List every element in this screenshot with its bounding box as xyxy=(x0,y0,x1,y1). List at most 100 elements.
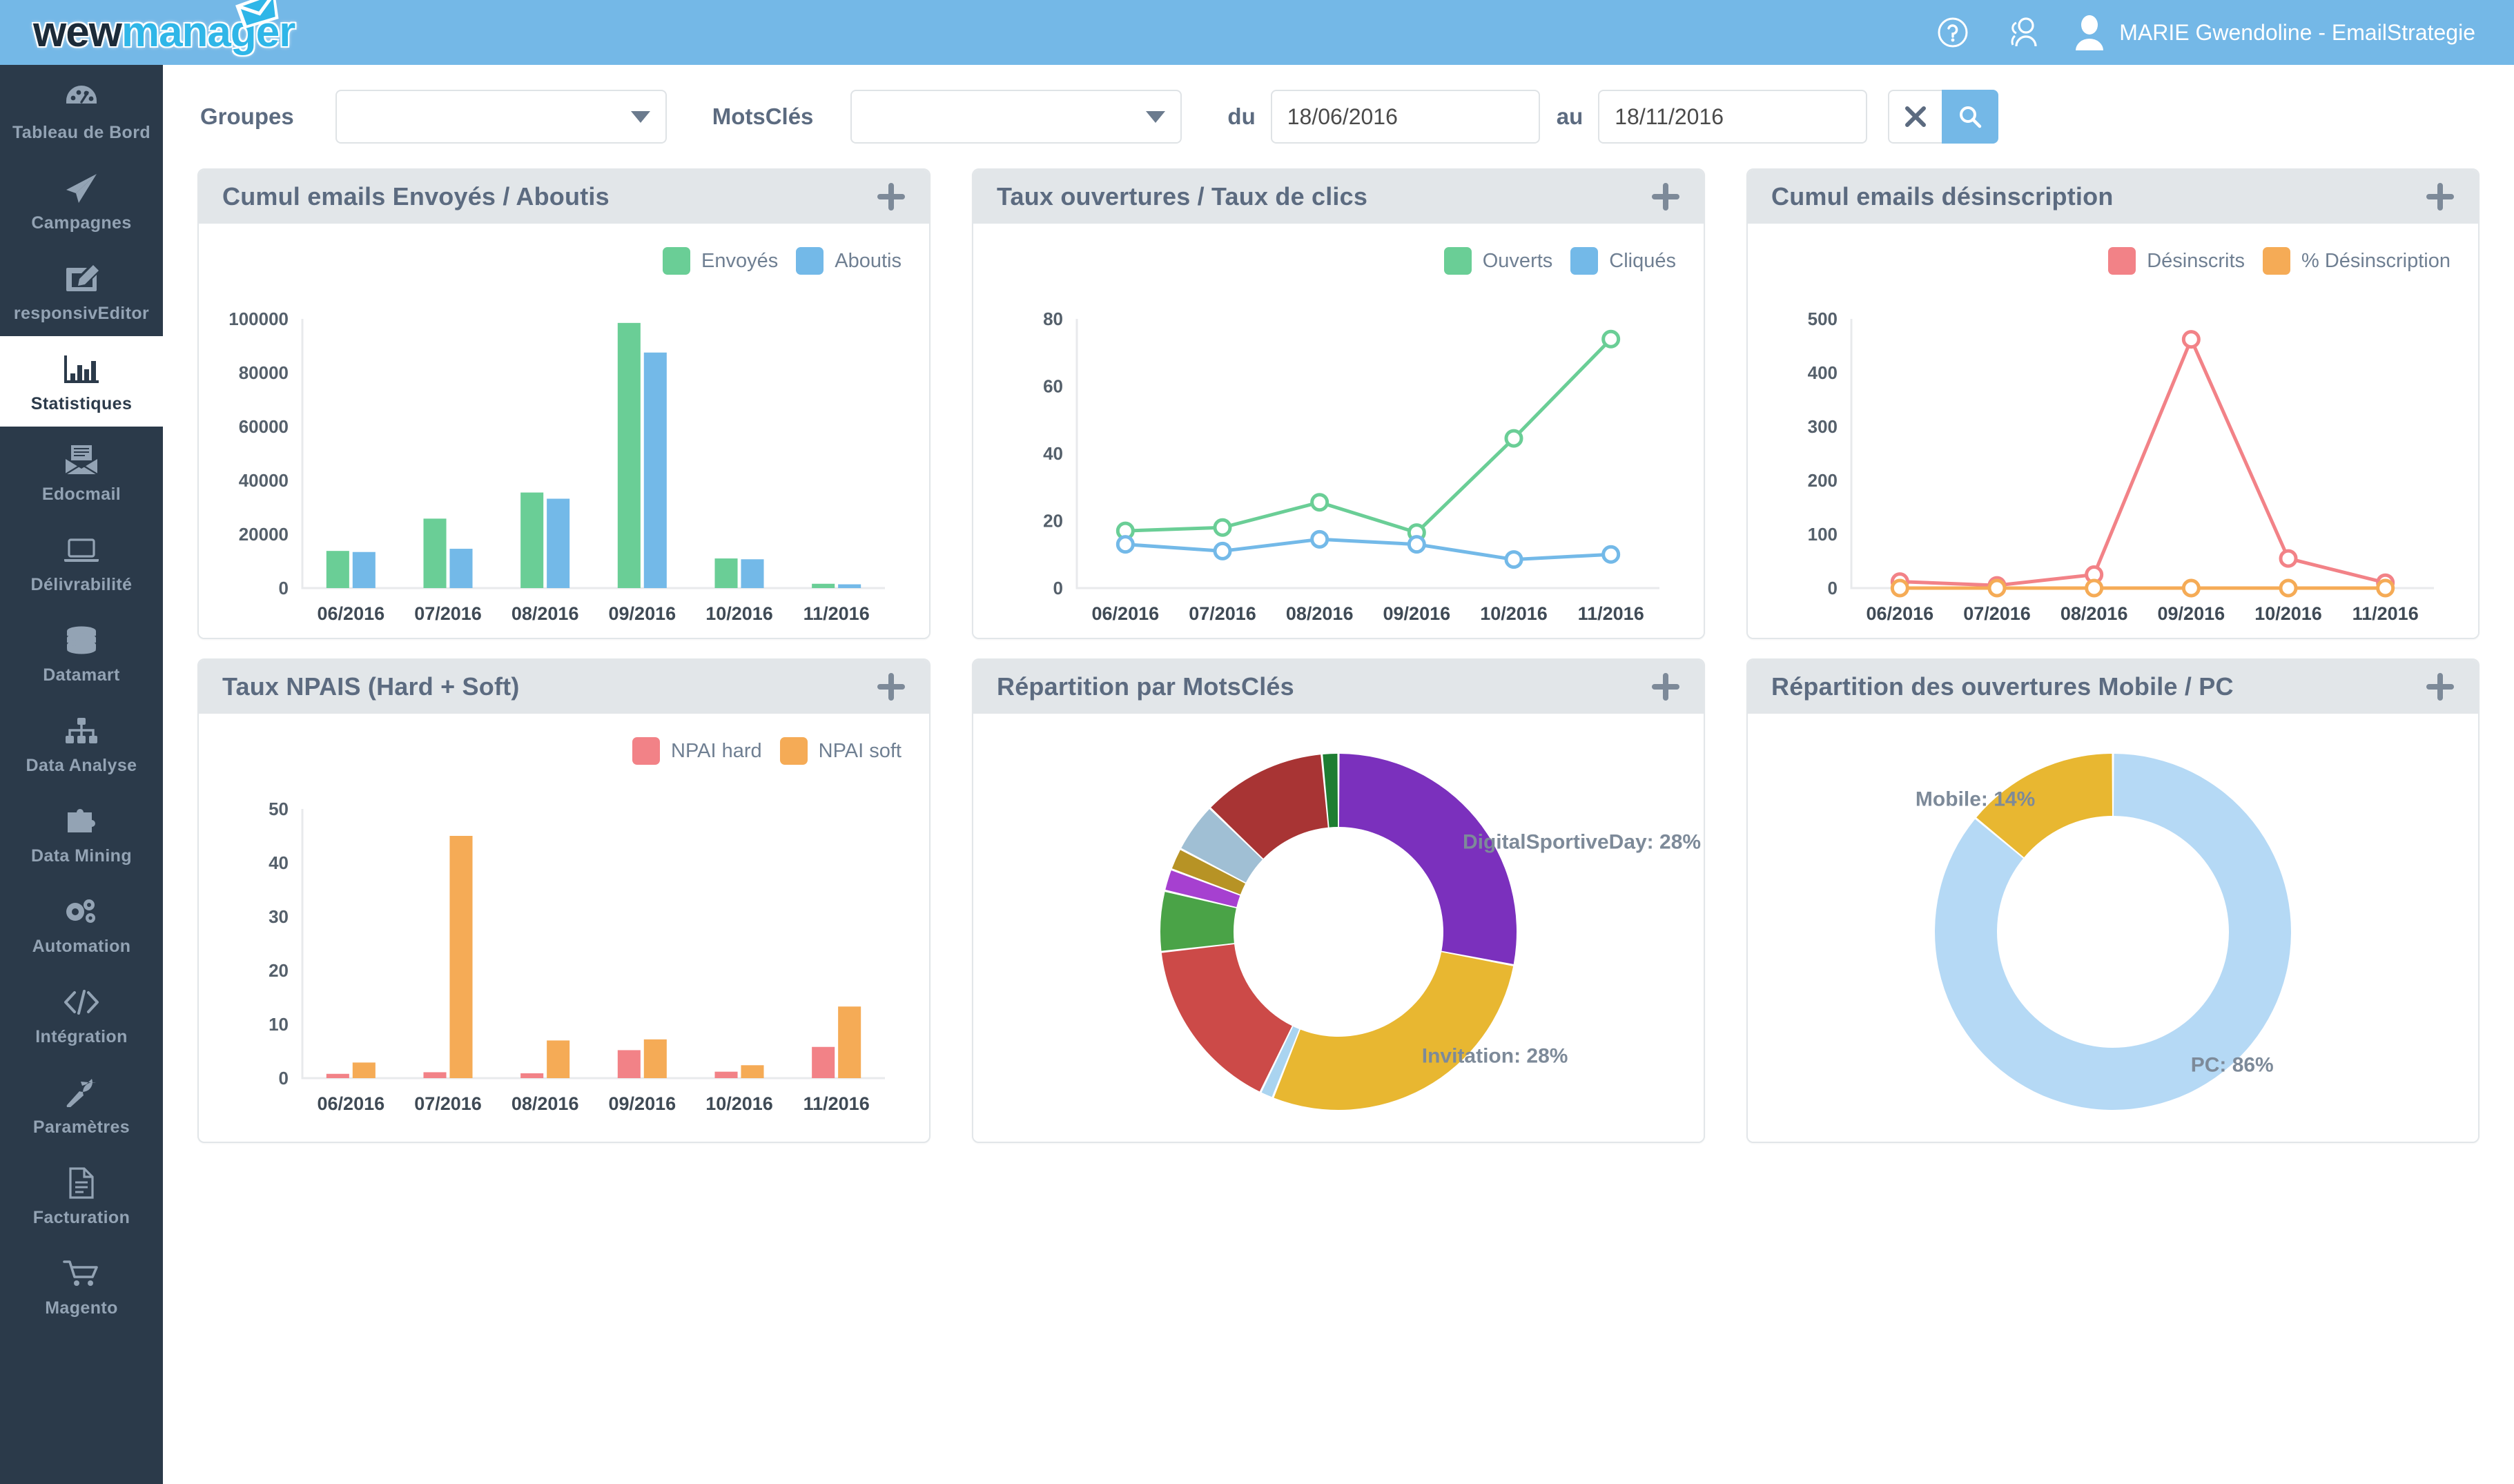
chart-bar[interactable] xyxy=(449,836,473,1078)
x-axis-tick-label: 08/2016 xyxy=(511,1093,579,1114)
chart-svg: 0 20 40 60 80 06/2016 07/2016 08/2016 09/2016 10/… xyxy=(1043,309,1659,624)
clear-filters-button[interactable] xyxy=(1888,90,1942,144)
search-button[interactable] xyxy=(1942,90,1999,144)
sidebar-item-automation[interactable]: Automation xyxy=(0,879,163,969)
chart-data-point[interactable] xyxy=(2279,578,2298,598)
legend-item[interactable]: NPAI soft xyxy=(779,737,902,765)
chart-bar[interactable] xyxy=(643,1039,667,1078)
main-sidebar: Tableau de Bord Campagnes responsivEdito… xyxy=(0,65,163,1484)
chart-bar[interactable] xyxy=(423,1072,447,1078)
legend-item[interactable]: NPAI hard xyxy=(632,737,762,765)
laptop-icon xyxy=(63,532,100,568)
plus-icon[interactable] xyxy=(1651,672,1680,701)
legend-item[interactable]: Cliqués xyxy=(1570,247,1676,275)
chart-bar[interactable] xyxy=(423,518,447,588)
sidebar-item-edocmail[interactable]: Edocmail xyxy=(0,427,163,517)
chart-data-point[interactable] xyxy=(1310,529,1329,549)
legend-item[interactable]: Aboutis xyxy=(796,247,902,275)
chart-bar[interactable] xyxy=(812,583,835,588)
donut-slice[interactable] xyxy=(1338,754,1517,964)
chart-bar[interactable] xyxy=(714,1071,738,1078)
chart-bar[interactable] xyxy=(812,1046,835,1078)
shopping-cart-icon xyxy=(63,1256,100,1291)
chart-data-point[interactable] xyxy=(1987,578,2007,598)
sidebar-label: Intégration xyxy=(35,1027,128,1046)
sidebar-item-tableau-de-bord[interactable]: Tableau de Bord xyxy=(0,65,163,155)
sidebar-item-magento[interactable]: Magento xyxy=(0,1240,163,1331)
chart-bar[interactable] xyxy=(741,1065,764,1078)
chart-bar[interactable] xyxy=(547,498,570,588)
sidebar-item-responsiveditor[interactable]: responsivEditor xyxy=(0,246,163,336)
plus-icon[interactable] xyxy=(1651,182,1680,211)
chart-bar[interactable] xyxy=(838,1006,861,1078)
chart-bar[interactable] xyxy=(617,322,641,588)
chart-data-point[interactable] xyxy=(2279,549,2298,568)
chart-data-point[interactable] xyxy=(2181,578,2201,598)
donut-slice[interactable] xyxy=(1274,952,1514,1110)
chart-bar[interactable] xyxy=(520,492,544,588)
plus-icon[interactable] xyxy=(877,672,906,701)
chart-bar[interactable] xyxy=(520,1073,544,1078)
plot-region: 0 10 20 30 40 50 06/2016 07/2016 08/2016 09/2016 1… xyxy=(199,790,913,1128)
groupes-select[interactable] xyxy=(335,90,667,144)
sidebar-item-statistiques[interactable]: Statistiques xyxy=(0,336,163,427)
database-icon xyxy=(64,623,99,658)
chart-data-point[interactable] xyxy=(1407,535,1426,554)
chart-bar[interactable] xyxy=(741,559,764,588)
help-circle-icon[interactable] xyxy=(1936,15,1970,50)
chart-data-point[interactable] xyxy=(1890,578,1909,598)
chart-bar[interactable] xyxy=(326,551,349,588)
sidebar-item-data-mining[interactable]: Data Mining xyxy=(0,788,163,879)
legend-label: Cliqués xyxy=(1609,249,1676,272)
chart-data-point[interactable] xyxy=(1310,493,1329,512)
users-icon[interactable] xyxy=(2005,15,2039,50)
chart-data-point[interactable] xyxy=(1601,329,1621,349)
legend-label: Ouverts xyxy=(1482,249,1553,272)
chart-bar[interactable] xyxy=(326,1073,349,1078)
chart-data-point[interactable] xyxy=(2085,578,2104,598)
chart-bar[interactable] xyxy=(643,352,667,588)
chart-bar[interactable] xyxy=(617,1050,641,1078)
user-menu[interactable]: MARIE Gwendoline - EmailStrategie xyxy=(2074,14,2475,50)
legend-item[interactable]: Ouverts xyxy=(1443,247,1553,275)
sidebar-item-integration[interactable]: Intégration xyxy=(0,969,163,1060)
chart-axes xyxy=(301,319,885,589)
chart-data-point[interactable] xyxy=(1115,535,1135,554)
chart-bar[interactable] xyxy=(449,549,473,588)
chart-data-point[interactable] xyxy=(1504,550,1523,569)
x-axis-tick-label: 10/2016 xyxy=(705,1093,773,1114)
donut-slice[interactable] xyxy=(1161,944,1292,1092)
chart-data-point[interactable] xyxy=(2181,330,2201,349)
chart-bar[interactable] xyxy=(714,558,738,588)
sidebar-item-campagnes[interactable]: Campagnes xyxy=(0,155,163,246)
plus-icon[interactable] xyxy=(877,182,906,211)
x-axis-tick-label: 11/2016 xyxy=(2352,603,2419,624)
chart-bar[interactable] xyxy=(352,551,376,588)
sidebar-item-parametres[interactable]: Paramètres xyxy=(0,1060,163,1150)
chart-bar[interactable] xyxy=(352,1062,376,1078)
chart-data-point[interactable] xyxy=(1601,545,1621,564)
plus-icon[interactable] xyxy=(2426,182,2455,211)
sidebar-item-facturation[interactable]: Facturation xyxy=(0,1150,163,1240)
x-axis-tick-label: 09/2016 xyxy=(1383,603,1451,624)
date-to-input[interactable] xyxy=(1598,90,1868,144)
chart-data-point[interactable] xyxy=(2376,578,2395,598)
date-from-input[interactable] xyxy=(1270,90,1540,144)
sidebar-item-delivrabilite[interactable]: Délivrabilité xyxy=(0,517,163,607)
x-axis-tick-label: 11/2016 xyxy=(1578,603,1644,624)
legend-item[interactable]: Envoyés xyxy=(663,247,778,275)
chart-bar[interactable] xyxy=(547,1040,570,1078)
chart-data-point[interactable] xyxy=(1213,518,1232,537)
chart-bar[interactable] xyxy=(838,584,861,588)
x-axis-tick-label: 08/2016 xyxy=(511,603,579,624)
sidebar-item-datamart[interactable]: Datamart xyxy=(0,607,163,698)
motscles-select[interactable] xyxy=(850,90,1182,144)
card-header: Répartition des ouvertures Mobile / PC xyxy=(1748,660,2478,714)
legend-item[interactable]: % Désinscription xyxy=(2263,247,2450,275)
chart-data-point[interactable] xyxy=(1504,429,1523,448)
chart-data-point[interactable] xyxy=(1213,541,1232,560)
legend-item[interactable]: Désinscrits xyxy=(2108,247,2245,275)
app-logo[interactable]: wewmanager xyxy=(33,0,295,54)
plus-icon[interactable] xyxy=(2426,672,2455,701)
sidebar-item-data-analyse[interactable]: Data Analyse xyxy=(0,698,163,788)
